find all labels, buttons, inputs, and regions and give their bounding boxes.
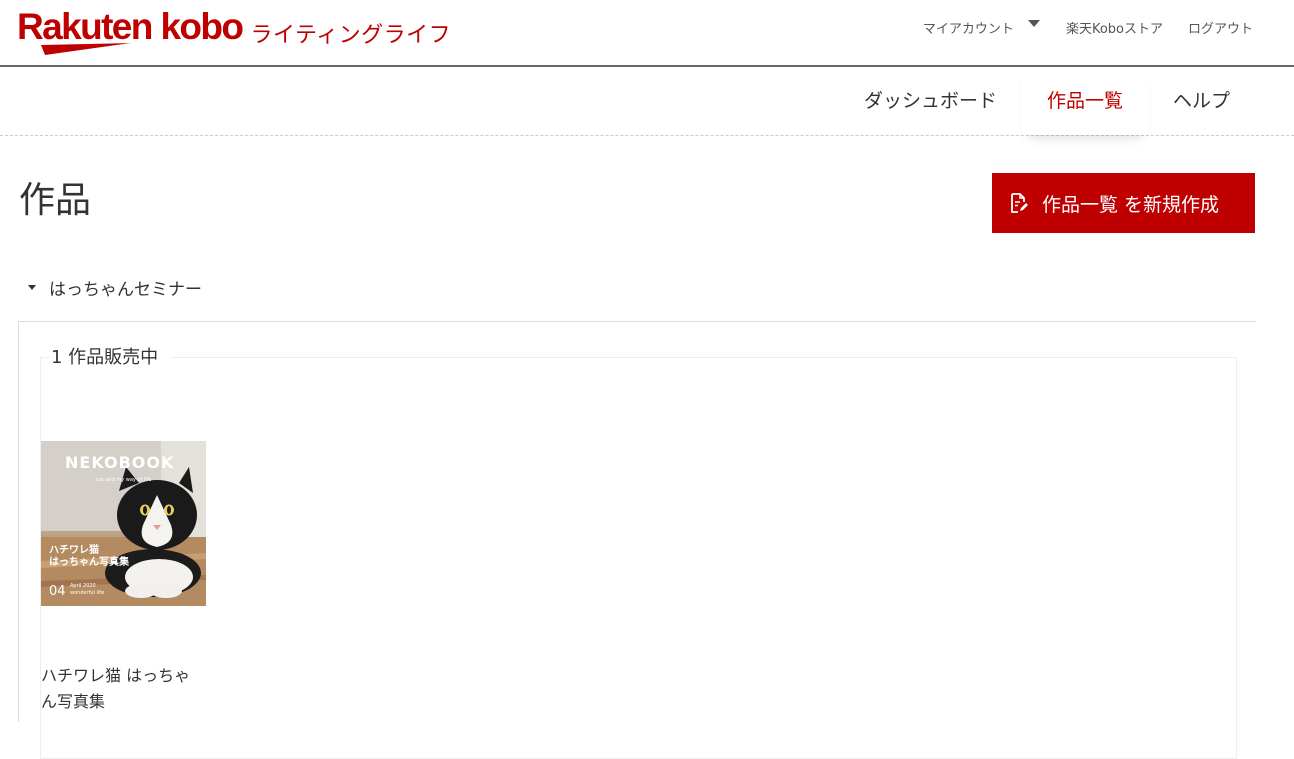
- caret-down-icon: [28, 285, 36, 290]
- page-title: 作品: [19, 180, 92, 221]
- series-toggle[interactable]: はっちゃんセミナー: [28, 275, 202, 300]
- cover-title-line1: ハチワレ猫: [49, 543, 99, 556]
- tab-help[interactable]: ヘルプ: [1148, 67, 1246, 135]
- cover-headline: NEKOBOOK: [65, 453, 174, 472]
- cover-sub: wonderful life: [70, 590, 104, 596]
- edit-document-icon: [1010, 193, 1028, 213]
- cover-title-line2: はっちゃん写真集: [49, 555, 130, 568]
- main-nav: ダッシュボード 作品一覧 ヘルプ: [0, 67, 1294, 136]
- cover-issue: 04: [49, 584, 66, 599]
- rakuten-kobo-logo[interactable]: Rakuten kobo ライティングライフ: [17, 6, 452, 55]
- kobo-store-link[interactable]: 楽天Koboストア: [1066, 18, 1163, 37]
- logo-subtitle: ライティングライフ: [250, 23, 452, 48]
- my-account-link[interactable]: マイアカウント: [923, 18, 1014, 37]
- chevron-down-icon[interactable]: [1027, 20, 1040, 27]
- series-name: はっちゃんセミナー: [49, 280, 202, 300]
- book-title[interactable]: ハチワレ猫 はっちゃん写真集: [41, 663, 201, 715]
- top-header: Rakuten kobo ライティングライフ マイアカウント 楽天Koboストア…: [0, 0, 1294, 67]
- logout-link[interactable]: ログアウト: [1188, 18, 1253, 37]
- works-count-label: 1 作品販売中: [49, 346, 171, 370]
- logo-swoosh-icon: [41, 43, 131, 55]
- cover-tagline: cat and my way of life: [96, 477, 152, 483]
- logo-wordmark: Rakuten kobo: [17, 6, 244, 47]
- cover-date: April 2020: [70, 583, 96, 589]
- book-card[interactable]: NEKOBOOK cat and my way of life ハチワレ猫 はっ…: [41, 441, 206, 715]
- works-group: 1 作品販売中: [40, 346, 1237, 759]
- create-new-work-button[interactable]: 作品一覧 を新規作成: [992, 173, 1255, 233]
- book-cover-image[interactable]: NEKOBOOK cat and my way of life ハチワレ猫 はっ…: [41, 441, 206, 606]
- tab-works-list[interactable]: 作品一覧: [1022, 67, 1148, 135]
- create-new-work-label: 作品一覧 を新規作成: [1042, 193, 1220, 216]
- account-nav: マイアカウント 楽天Koboストア ログアウト: [923, 18, 1253, 37]
- tab-dashboard[interactable]: ダッシュボード: [839, 67, 1022, 135]
